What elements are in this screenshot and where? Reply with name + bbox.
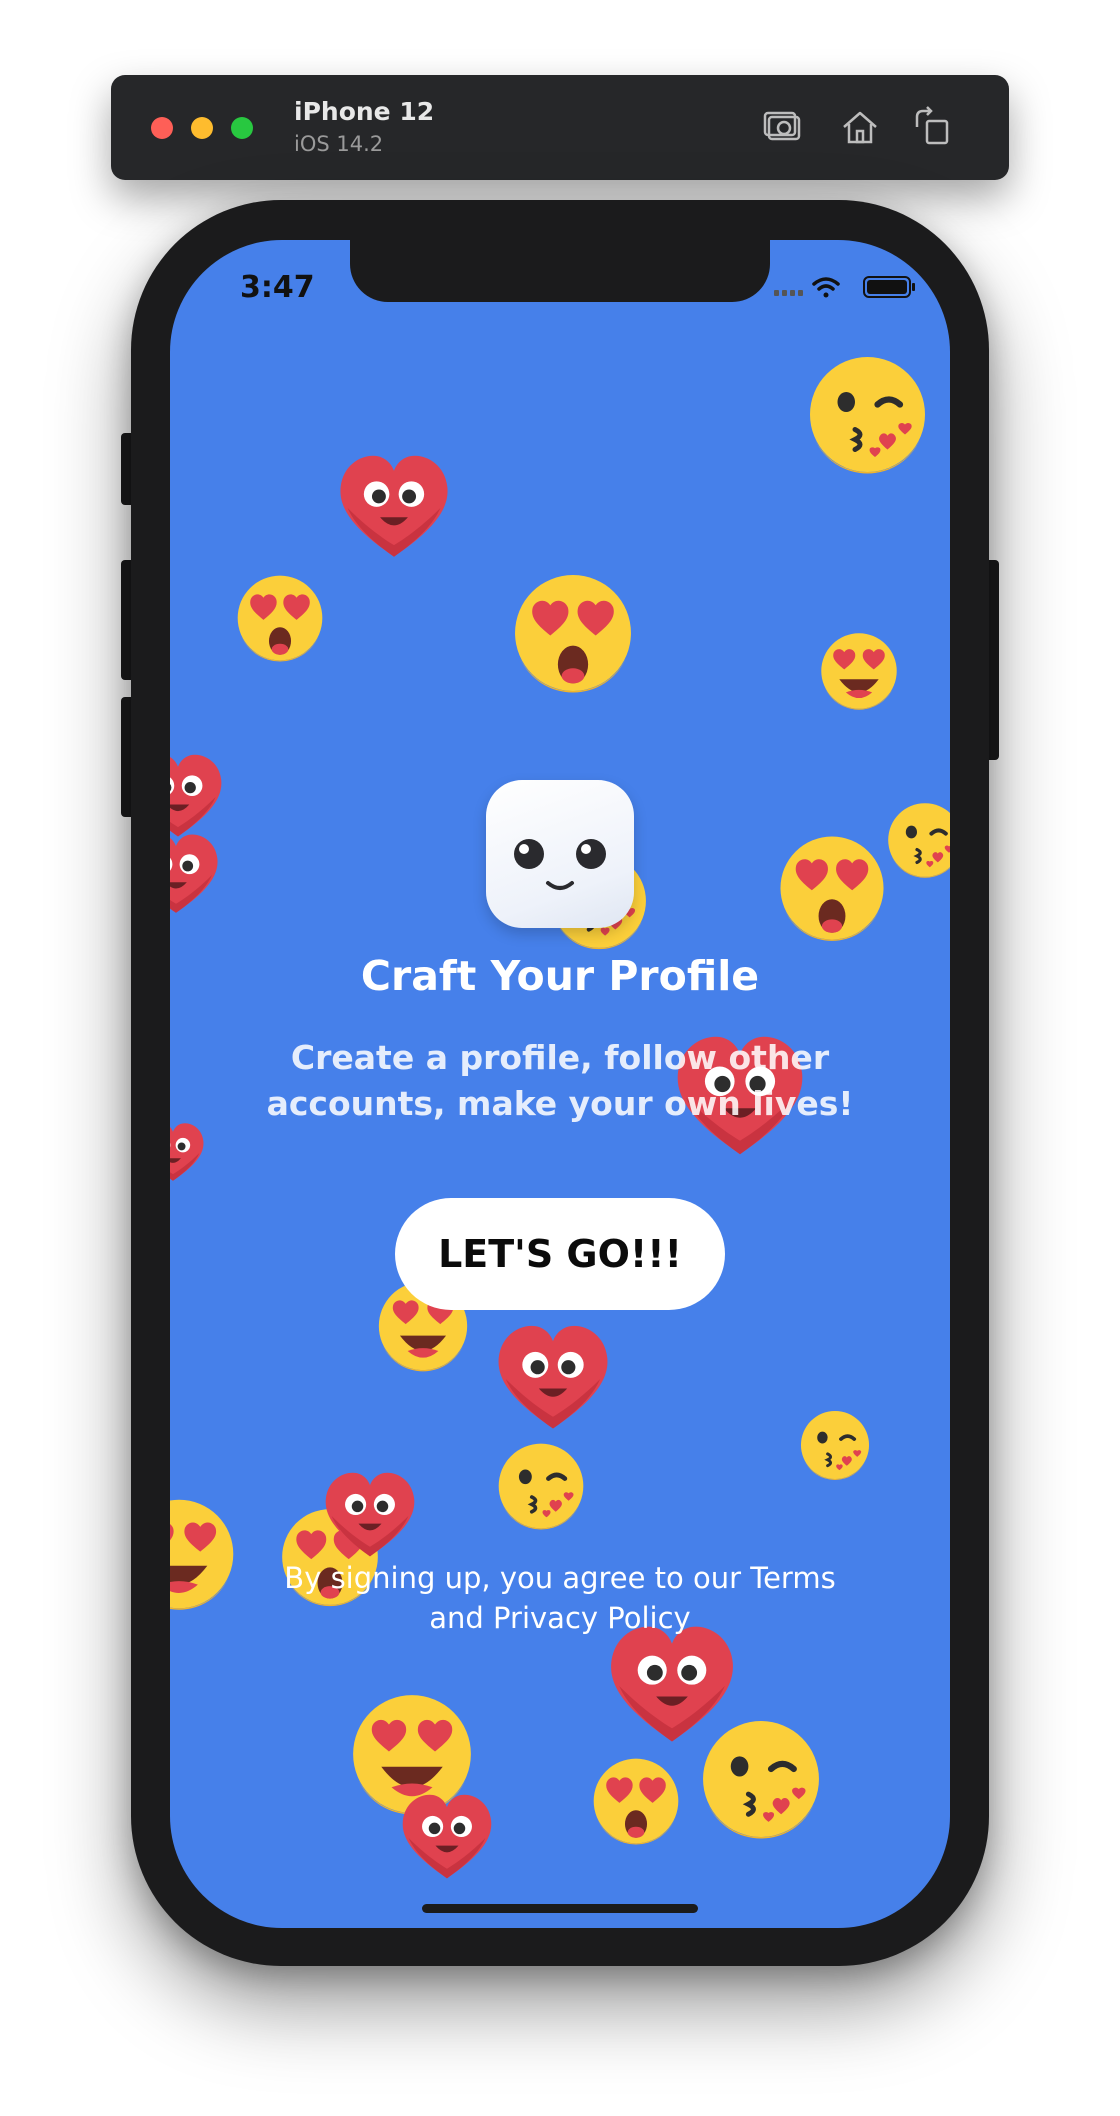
- app-screen: 3:47 Craft Your Profile Create a profile…: [170, 240, 950, 1928]
- heart-eyes-heart-icon: [170, 1120, 206, 1186]
- kiss-wink-emoji-icon: [495, 1440, 587, 1532]
- rotate-icon[interactable]: [911, 105, 955, 149]
- smiling-heart-eyes-emoji-icon: [170, 1495, 238, 1613]
- kiss-wink-emoji-icon: [798, 1408, 872, 1482]
- device-name: iPhone 12: [294, 97, 435, 126]
- onboarding-title: Craft Your Profile: [360, 952, 760, 1000]
- terms-privacy-text[interactable]: By signing up, you agree to our Terms an…: [260, 1558, 860, 1638]
- smiling-heart-eyes-emoji-icon: [818, 630, 900, 712]
- home-indicator[interactable]: [422, 1904, 698, 1913]
- zoom-window-button[interactable]: [231, 117, 253, 139]
- app-logo: [486, 780, 634, 928]
- heart-eyes-face-icon: [776, 832, 888, 944]
- heart-eyes-heart-icon: [318, 1468, 422, 1564]
- close-window-button[interactable]: [151, 117, 173, 139]
- kiss-wink-emoji-icon: [885, 800, 950, 880]
- device-notch: [350, 240, 770, 302]
- heart-eyes-face-icon: [590, 1755, 682, 1847]
- kiss-wink-emoji-icon: [698, 1716, 824, 1842]
- kiss-wink-emoji-icon: [805, 352, 930, 477]
- signal-icon: [774, 290, 803, 296]
- simulator-toolbar: iPhone 12 iOS 14.2: [111, 75, 1009, 180]
- status-icons: [774, 276, 915, 298]
- heart-eyes-heart-icon: [488, 1320, 618, 1438]
- minimize-window-button[interactable]: [191, 117, 213, 139]
- onboarding-subtitle: Create a profile, follow other accounts,…: [266, 1038, 854, 1123]
- heart-eyes-heart-icon: [330, 450, 458, 566]
- smiley-logo-icon: [514, 839, 606, 890]
- heart-eyes-heart-icon: [170, 830, 222, 920]
- device-os-version: iOS 14.2: [294, 132, 384, 156]
- lets-go-button[interactable]: LET'S GO!!!: [395, 1198, 725, 1310]
- heart-eyes-face-icon: [510, 570, 636, 696]
- heart-eyes-heart-icon: [395, 1790, 499, 1886]
- screenshot-icon[interactable]: [761, 105, 805, 149]
- status-time: 3:47: [240, 270, 315, 305]
- battery-icon: [863, 276, 915, 298]
- home-icon[interactable]: [838, 105, 882, 149]
- heart-eyes-face-icon: [234, 572, 326, 664]
- wifi-icon: [812, 277, 840, 298]
